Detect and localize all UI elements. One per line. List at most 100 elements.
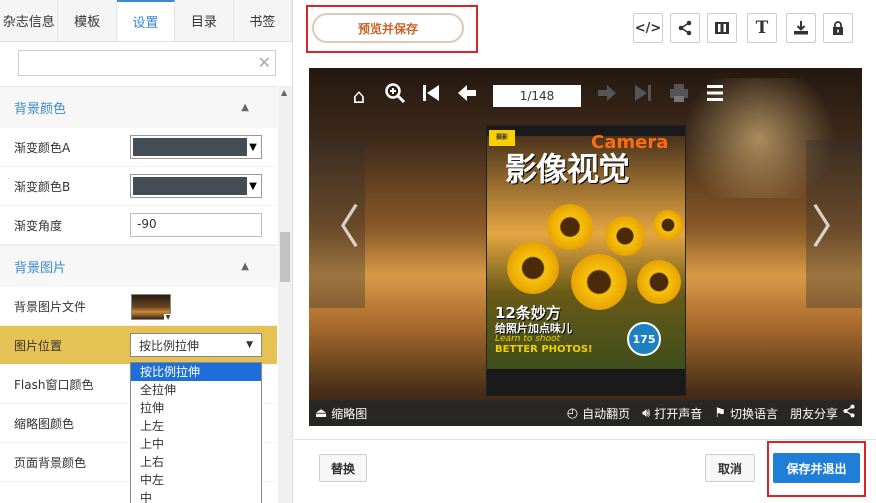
page-number-input[interactable]: 1/148 — [493, 85, 581, 107]
download-icon[interactable] — [786, 13, 816, 43]
first-page-icon[interactable] — [413, 82, 449, 111]
last-page-icon[interactable] — [625, 82, 661, 111]
tab-toc[interactable]: 目录 — [175, 0, 234, 41]
footer-divider — [294, 439, 876, 440]
collapse-up-icon[interactable]: ▲ — [241, 102, 249, 113]
text-icon[interactable]: T — [747, 13, 777, 43]
thumbnails-button[interactable]: ⏏ 缩略图 — [309, 400, 373, 426]
menu-icon[interactable] — [697, 82, 733, 111]
prop-label: 渐变角度 — [14, 218, 63, 233]
dropdown-option[interactable]: 中左 — [131, 471, 261, 489]
magazine-cover[interactable]: 摄影 Camera 影像视觉 12条妙方 给照片加点味儿 Learn to sh… — [486, 125, 686, 396]
next-page-icon[interactable] — [589, 82, 625, 111]
gradient-b-color-picker[interactable]: ▼ — [130, 174, 262, 198]
dropdown-option[interactable]: 全拉伸 — [131, 381, 261, 399]
scroll-up-icon[interactable]: ▲ — [281, 88, 287, 97]
color-swatch — [133, 138, 247, 156]
speaker-icon: 🔊︎ — [642, 405, 651, 421]
prop-gradient-a: 渐变颜色A ▼ — [0, 128, 277, 167]
auto-flip-label: 自动翻页 — [582, 406, 631, 421]
search-input[interactable]: ✕ — [18, 50, 276, 76]
sunflower-image — [637, 260, 681, 304]
prop-label: Flash窗口颜色 — [14, 377, 94, 392]
dropdown-option[interactable]: 上左 — [131, 417, 261, 435]
prop-gradient-angle: 渐变角度 -90 — [0, 206, 277, 245]
image-position-select[interactable]: 按比例拉伸 ▼ — [130, 333, 262, 357]
tab-bookmarks[interactable]: 书签 — [234, 0, 292, 41]
dropdown-option[interactable]: 按比例拉伸 — [131, 363, 261, 381]
tab-template[interactable]: 模板 — [58, 0, 117, 41]
lock-icon[interactable] — [823, 13, 853, 43]
cover-issue-badge: 175 — [627, 322, 661, 356]
zoom-in-icon[interactable] — [377, 82, 413, 111]
panel-scrollbar[interactable]: ▲ — [278, 86, 292, 503]
auto-flip-button[interactable]: ◴ 自动翻页 — [561, 400, 636, 426]
prev-page-icon[interactable] — [449, 82, 485, 111]
viewer-bottom-bar: ⏏ 缩略图 ◴ 自动翻页 🔊︎ 打开声音 ⚑ 切换语言 朋友分享 — [309, 400, 862, 426]
flipbook-viewer: ⌂ 1/148 〈 〉 摄影 Camera 影像视觉 12条妙方 给照片加点味儿… — [309, 68, 862, 426]
share-friends-label: 朋友分享 — [789, 406, 838, 421]
prop-bg-image-file: 背景图片文件 ▼ — [0, 287, 277, 326]
home-icon[interactable]: ⌂ — [341, 82, 377, 110]
thumbnails-label: 缩略图 — [331, 406, 368, 421]
image-position-dropdown: 按比例拉伸 全拉伸 拉伸 上左 上中 上右 中左 中 — [130, 362, 262, 503]
prev-arrow-icon[interactable]: 〈 — [309, 140, 365, 308]
dropdown-option[interactable]: 上右 — [131, 453, 261, 471]
select-value: 按比例拉伸 — [139, 338, 200, 353]
sound-button[interactable]: 🔊︎ 打开声音 — [636, 400, 708, 426]
cover-title: 影像视觉 — [505, 150, 630, 188]
preview-button-highlight: 预览并保存 — [306, 5, 478, 53]
print-icon[interactable] — [661, 82, 697, 111]
language-label: 切换语言 — [729, 406, 778, 421]
triangle-down-icon: ▼ — [249, 180, 257, 192]
save-exit-button[interactable]: 保存并退出 — [773, 453, 860, 483]
flag-icon: ⚑ — [714, 405, 726, 421]
prop-label: 缩略图颜色 — [14, 416, 75, 431]
share-icon — [842, 404, 856, 422]
dropdown-option[interactable]: 上中 — [131, 435, 261, 453]
gradient-angle-input[interactable]: -90 — [130, 213, 262, 237]
eject-icon: ⏏ — [315, 405, 328, 421]
close-icon[interactable]: ✕ — [258, 53, 271, 73]
cancel-button[interactable]: 取消 — [705, 454, 755, 482]
section-title: 背景颜色 — [14, 102, 67, 117]
sunflower-image — [547, 204, 593, 250]
dropdown-option[interactable]: 拉伸 — [131, 399, 261, 417]
section-title: 背景图片 — [14, 261, 67, 276]
tab-settings[interactable]: 设置 — [116, 0, 176, 41]
next-arrow-icon[interactable]: 〉 — [806, 140, 862, 308]
sound-label: 打开声音 — [654, 406, 703, 421]
prop-image-position: 图片位置 按比例拉伸 ▼ — [0, 326, 277, 365]
preview-save-button[interactable]: 预览并保存 — [312, 13, 464, 43]
viewer-toolbar: ⌂ 1/148 — [341, 82, 733, 110]
bg-image-thumbnail[interactable]: ▼ — [131, 294, 172, 321]
cover-english-line: Learn to shoot — [495, 334, 561, 344]
prop-label: 渐变颜色B — [14, 179, 71, 194]
scrollbar-thumb[interactable] — [280, 232, 290, 282]
sunflower-image — [571, 254, 627, 310]
triangle-down-icon: ▼ — [246, 340, 253, 350]
sunflower-image — [653, 210, 683, 240]
gradient-a-color-picker[interactable]: ▼ — [130, 135, 262, 159]
section-header-bg-color[interactable]: 背景颜色 ▲ — [0, 86, 277, 128]
cover-bottom-strip — [487, 369, 685, 395]
section-header-bg-image[interactable]: 背景图片 ▲ — [0, 245, 277, 287]
dropdown-option[interactable]: 中 — [131, 489, 261, 503]
prop-gradient-b: 渐变颜色B ▼ — [0, 167, 277, 206]
columns-icon[interactable] — [707, 13, 737, 43]
sunflower-image — [507, 242, 559, 294]
collapse-up-icon[interactable]: ▲ — [241, 261, 249, 272]
language-button[interactable]: ⚑ 切换语言 — [708, 400, 784, 426]
replace-button[interactable]: 替换 — [319, 454, 367, 482]
share-friends-button[interactable]: 朋友分享 — [784, 400, 862, 426]
cover-english-headline: BETTER PHOTOS! — [495, 344, 593, 355]
tab-magazine-info[interactable]: 杂志信息 — [0, 0, 59, 41]
prop-label: 图片位置 — [14, 338, 63, 353]
code-icon[interactable]: </> — [633, 13, 663, 43]
triangle-down-icon: ▼ — [164, 314, 172, 321]
settings-panel: 杂志信息 模板 设置 目录 书签 ✕ 背景颜色 ▲ 渐变颜色A ▼ 渐变颜色B … — [0, 0, 293, 503]
triangle-down-icon: ▼ — [249, 141, 257, 153]
prop-label: 背景图片文件 — [14, 299, 87, 314]
share-icon[interactable] — [670, 13, 700, 43]
save-exit-highlight: 保存并退出 — [767, 441, 866, 497]
